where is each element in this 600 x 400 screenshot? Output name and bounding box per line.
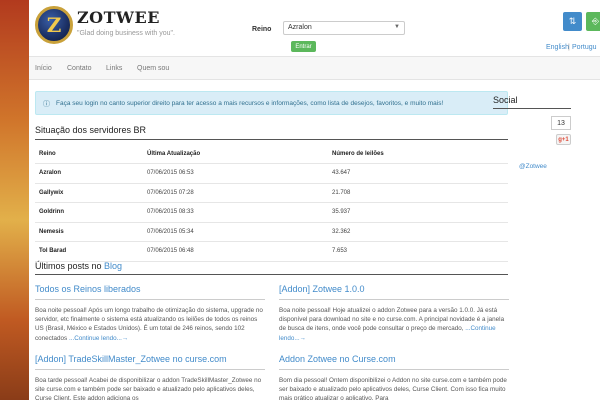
post-body: Bom dia pessoal! Ontem disponibilizei o …	[279, 377, 507, 400]
twitter-link[interactable]: @Zotwee	[519, 163, 547, 170]
divider	[493, 108, 571, 109]
table-header-row: Reino Última Atualização Número de leilõ…	[35, 144, 508, 164]
social-title: Social	[493, 95, 518, 105]
column-header: Reino	[35, 144, 143, 164]
blog-post: [Addon] TradeSkillMaster_Zotwee no curse…	[35, 354, 265, 400]
realm-select[interactable]: Azralon ▼	[283, 21, 405, 35]
updated-cell: 07/06/2015 06:53	[143, 163, 328, 184]
updated-cell: 07/06/2015 07:28	[143, 183, 328, 203]
nav-item-contato[interactable]: Contato	[67, 65, 92, 72]
realm-cell: Tol Barad	[35, 241, 143, 262]
divider	[35, 299, 265, 300]
sort-icon[interactable]: ⇅	[563, 12, 582, 31]
updated-cell: 07/06/2015 05:34	[143, 222, 328, 242]
updated-cell: 07/06/2015 06:48	[143, 241, 328, 262]
google-plus-button[interactable]: g+1	[556, 134, 571, 145]
blog-post: Addon Zotwee no Curse.com Bom dia pessoa…	[279, 354, 509, 400]
divider	[35, 369, 265, 370]
auctions-cell: 43.647	[328, 163, 508, 184]
auctions-cell: 21.708	[328, 183, 508, 203]
auctions-cell: 35.937	[328, 202, 508, 223]
post-excerpt: Boa tarde pessoal! Acabei de disponibili…	[35, 376, 265, 400]
post-excerpt: Boa noite pessoal! Após um longo trabalh…	[35, 306, 265, 343]
post-title-link[interactable]: Todos os Reinos liberados	[35, 284, 265, 294]
tagline: "Glad doing business with you".	[77, 30, 175, 37]
nav-item-links[interactable]: Links	[106, 65, 122, 72]
updated-cell: 07/06/2015 08:33	[143, 202, 328, 223]
realm-cell: Gallywix	[35, 183, 143, 203]
divider	[35, 139, 508, 140]
posts-title-text: Últimos posts no	[35, 261, 102, 271]
login-icon[interactable]: ⎆	[586, 12, 600, 31]
column-header: Última Atualização	[143, 144, 328, 164]
zotwee-logo[interactable]: Z	[35, 6, 73, 44]
site-header: Z ZOTWEE "Glad doing business with you".…	[29, 0, 600, 56]
nav-item-inicio[interactable]: Início	[35, 65, 52, 72]
logo-letter: Z	[46, 13, 62, 37]
chevron-down-icon: ▼	[394, 24, 400, 30]
auctions-cell: 7.653	[328, 241, 508, 262]
continue-reading-link[interactable]: ...Continue lendo...→	[69, 335, 128, 342]
posts-section-title: Últimos posts no Blog	[35, 261, 122, 271]
info-icon: ⓘ	[43, 101, 50, 108]
realm-cell: Azralon	[35, 163, 143, 184]
post-excerpt: Bom dia pessoal! Ontem disponibilizei o …	[279, 376, 509, 400]
servers-table: Reino Última Atualização Número de leilõ…	[35, 144, 508, 262]
post-title-link[interactable]: Addon Zotwee no Curse.com	[279, 354, 509, 364]
blog-link[interactable]: Blog	[104, 261, 122, 271]
main-nav: Início Contato Links Quem sou	[29, 56, 600, 80]
post-body: Boa tarde pessoal! Acabei de disponibili…	[35, 377, 262, 400]
brand-name[interactable]: ZOTWEE	[77, 8, 160, 27]
background-art-left	[0, 0, 30, 400]
blog-post: [Addon] Zotwee 1.0.0 Boa noite pessoal! …	[279, 284, 509, 343]
auctions-cell: 32.362	[328, 222, 508, 242]
table-row: Nemesis 07/06/2015 05:34 32.362	[35, 222, 508, 242]
post-title-link[interactable]: [Addon] Zotwee 1.0.0	[279, 284, 509, 294]
nav-item-quem-sou[interactable]: Quem sou	[137, 65, 169, 72]
table-row: Gallywix 07/06/2015 07:28 21.708	[35, 183, 508, 203]
blog-post: Todos os Reinos liberados Boa noite pess…	[35, 284, 265, 343]
alert-text: Faça seu login no canto superior direito…	[56, 100, 444, 107]
divider	[279, 299, 509, 300]
lang-portuguese-link[interactable]: Portugu	[572, 44, 597, 51]
post-excerpt: Boa noite pessoal! Hoje atualizei o addo…	[279, 306, 509, 343]
enter-button[interactable]: Entrar	[291, 41, 316, 52]
realm-selected-value: Azralon	[288, 24, 312, 31]
divider	[35, 274, 508, 275]
page-container: Z ZOTWEE "Glad doing business with you".…	[29, 0, 600, 400]
table-row: Tol Barad 07/06/2015 06:48 7.653	[35, 241, 508, 262]
post-title-link[interactable]: [Addon] TradeSkillMaster_Zotwee no curse…	[35, 354, 265, 364]
share-count: 13	[551, 116, 571, 130]
realm-cell: Nemesis	[35, 222, 143, 242]
login-info-alert: ⓘ Faça seu login no canto superior direi…	[35, 91, 508, 115]
realm-cell: Goldrinn	[35, 202, 143, 223]
divider	[279, 369, 509, 370]
column-header: Número de leilões	[328, 144, 508, 164]
table-row: Azralon 07/06/2015 06:53 43.647	[35, 163, 508, 184]
servers-section-title: Situação dos servidores BR	[35, 125, 147, 135]
lang-english-link[interactable]: English	[546, 44, 569, 51]
lang-separator: |	[568, 44, 570, 51]
realm-label: Reino	[252, 26, 272, 33]
table-row: Goldrinn 07/06/2015 08:33 35.937	[35, 202, 508, 223]
